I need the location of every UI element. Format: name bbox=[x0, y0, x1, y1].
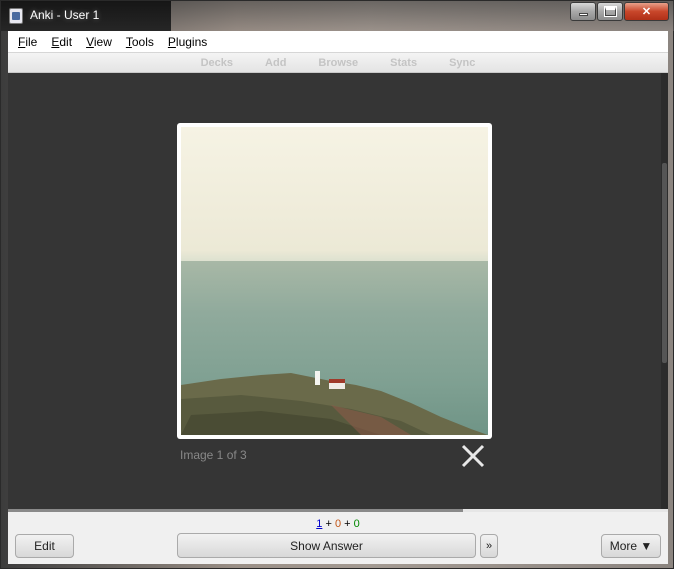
window-controls: ✕ bbox=[570, 2, 669, 21]
minimize-button[interactable] bbox=[570, 2, 596, 21]
menu-edit-label: dit bbox=[59, 34, 73, 49]
toolbar-sync-link[interactable]: Sync bbox=[449, 57, 475, 69]
show-answer-button[interactable]: Show Answer bbox=[177, 533, 476, 558]
scrollbar-thumb[interactable] bbox=[662, 163, 667, 363]
anki-app-icon bbox=[9, 8, 23, 24]
menu-view-accel: V bbox=[86, 34, 94, 49]
maximize-icon bbox=[603, 6, 617, 17]
window-title: Anki - User 1 bbox=[30, 8, 100, 22]
bottom-bar: 1 + 0 + 0 Edit Show Answer » More ▼ bbox=[8, 512, 668, 564]
menu-plugins-accel: P bbox=[167, 34, 176, 49]
menu-plugins-label: lugins bbox=[175, 34, 208, 49]
more-arrow-button[interactable]: » bbox=[480, 534, 498, 558]
image-caption: Image 1 of 3 bbox=[180, 448, 247, 462]
count-separator: + bbox=[344, 518, 351, 530]
lighthouse-house bbox=[329, 379, 345, 389]
due-counts: 1 + 0 + 0 bbox=[8, 518, 668, 530]
toolbar-decks-link[interactable]: Decks bbox=[201, 57, 233, 69]
menu-plugins[interactable]: Plugins bbox=[161, 35, 214, 49]
app-window: Anki - User 1 ✕ File Edit View Tools Plu… bbox=[0, 0, 674, 569]
more-button[interactable]: More ▼ bbox=[601, 534, 661, 558]
menu-view[interactable]: View bbox=[79, 35, 119, 49]
image-lightbox[interactable] bbox=[177, 123, 492, 439]
count-separator: + bbox=[325, 518, 332, 530]
card-reviewer-area: Image 1 of 3 bbox=[8, 73, 661, 509]
new-count: 1 bbox=[316, 518, 323, 530]
main-window-client: File Edit View Tools Plugins Decks Add B… bbox=[8, 31, 668, 564]
maximize-button[interactable] bbox=[597, 2, 623, 21]
close-icon: ✕ bbox=[641, 6, 652, 18]
menu-tools[interactable]: Tools bbox=[119, 35, 161, 49]
reviewer-scrollbar[interactable] bbox=[661, 73, 668, 509]
top-toolbar: Decks Add Browse Stats Sync bbox=[8, 53, 668, 73]
review-count: 0 bbox=[353, 518, 360, 530]
menu-bar: File Edit View Tools Plugins bbox=[8, 31, 668, 53]
title-bar[interactable]: Anki - User 1 ✕ bbox=[1, 1, 674, 31]
menu-view-label: iew bbox=[93, 34, 112, 49]
menu-file-label: ile bbox=[25, 34, 38, 49]
close-window-button[interactable]: ✕ bbox=[624, 2, 669, 21]
minimize-icon bbox=[578, 13, 588, 16]
toolbar-add-link[interactable]: Add bbox=[265, 57, 286, 69]
close-x-icon[interactable] bbox=[460, 443, 486, 469]
edit-button[interactable]: Edit bbox=[15, 534, 74, 558]
toolbar-stats-link[interactable]: Stats bbox=[390, 57, 417, 69]
card-image bbox=[181, 127, 488, 435]
learn-count: 0 bbox=[334, 518, 342, 530]
toolbar-browse-link[interactable]: Browse bbox=[318, 57, 358, 69]
menu-edit[interactable]: Edit bbox=[44, 35, 79, 49]
lighthouse-tower bbox=[315, 371, 320, 385]
menu-file[interactable]: File bbox=[11, 35, 44, 49]
image-headland bbox=[181, 373, 488, 435]
menu-tools-label: ools bbox=[131, 34, 154, 49]
